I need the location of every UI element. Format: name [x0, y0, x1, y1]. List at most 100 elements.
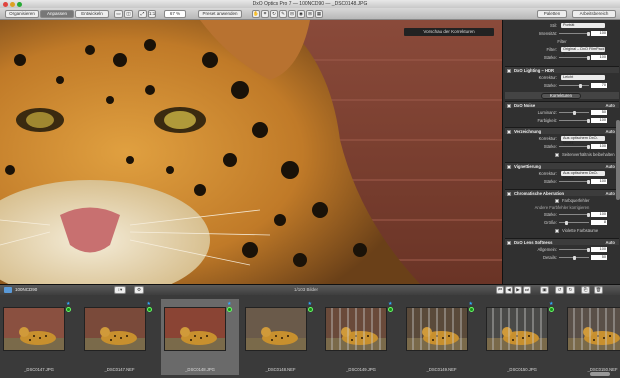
palettes-dropdown[interactable]: Paletten: [537, 10, 567, 18]
rotate-tool-icon[interactable]: ↻: [270, 10, 278, 18]
keep-ratio-checkbox[interactable]: [555, 152, 559, 157]
export-icon[interactable]: ⎘: [581, 286, 590, 294]
distortion-strength-value[interactable]: 100: [591, 144, 607, 149]
noise-chroma-value[interactable]: 100: [591, 118, 607, 123]
corrections-pin-button[interactable]: Korrekturen: [541, 92, 581, 99]
section-dxo-lighting[interactable]: DxO Lighting – HDR: [505, 66, 619, 73]
white-balance-picker-icon[interactable]: ✎: [279, 10, 287, 18]
vignetting-correction-select[interactable]: Aus optischem DxO-Modul: [561, 171, 605, 180]
image-viewer[interactable]: Vorschau der Korrekturen: [0, 20, 502, 284]
noise-luminance-value[interactable]: 50: [591, 110, 607, 115]
filmstrip-thumbnail[interactable]: ★ _DSC0147.JPG: [0, 299, 78, 375]
red-eye-tool-icon[interactable]: ◉: [297, 10, 305, 18]
fit-icon[interactable]: ⤢: [138, 10, 147, 18]
hand-tool-icon[interactable]: ✋: [252, 10, 260, 18]
lens-details-value[interactable]: 50: [591, 255, 607, 260]
filmstrip-thumbnail[interactable]: ★ _DSC0149.JPG: [322, 299, 400, 375]
filmstrip-scrollbar[interactable]: [590, 372, 610, 376]
thumbnail-image: [244, 307, 307, 351]
horizon-tool-icon[interactable]: ⊟: [288, 10, 296, 18]
workspace-dropdown[interactable]: Arbeitsbereich: [572, 10, 616, 18]
ca-strength-slider[interactable]: [559, 212, 590, 217]
window-title: DxO Optics Pro 7 — 100NCD90 — _DSC0148.J…: [252, 1, 368, 7]
preset-dropdown[interactable]: Preset anwenden: [198, 10, 242, 18]
zoom-select[interactable]: 67 %: [164, 10, 186, 18]
purple-fringe-checkbox[interactable]: [555, 228, 559, 233]
one-to-one-icon[interactable]: 1:1: [148, 10, 156, 18]
thumbnail-image: [325, 307, 387, 351]
panel-scrollbar[interactable]: [616, 120, 620, 200]
folder-name: 100NCD90: [15, 287, 38, 292]
filmstrip-thumbnail[interactable]: ★ _DSC0148.NEF: [242, 299, 320, 375]
volume-tool-icon[interactable]: ⊞: [306, 10, 314, 18]
distortion-strength-row: Stärke: 100: [543, 144, 607, 149]
last-image-button[interactable]: ⏭: [523, 286, 531, 294]
sort-icon[interactable]: ↕▾: [114, 286, 126, 294]
noise-chroma-slider[interactable]: [559, 118, 590, 123]
filmstrip-thumbnail[interactable]: ★ _DSC0150.JPG: [483, 299, 561, 375]
next-image-button[interactable]: ▶: [514, 286, 522, 294]
tab-anpassen[interactable]: Anpassen: [40, 10, 74, 18]
intensity-slider[interactable]: [559, 31, 590, 36]
compare-thumb-icon[interactable]: ▣: [540, 286, 549, 294]
lighting-strength-slider[interactable]: [559, 83, 589, 88]
section-chromatic-aberration[interactable]: Chromatische Aberration Auto: [505, 189, 619, 196]
lens-global-value[interactable]: 100: [591, 247, 607, 252]
corrections-header: Korrekturen: [505, 92, 619, 99]
first-image-button[interactable]: ⏮: [496, 286, 504, 294]
lens-details-slider[interactable]: [559, 255, 589, 260]
compare-view-icon[interactable]: ◫: [124, 10, 133, 18]
lens-softness-enable-checkbox[interactable]: [507, 240, 511, 245]
thumbnail-filename: _DSC0148.JPG: [185, 367, 215, 372]
distortion-strength-slider[interactable]: [559, 144, 590, 149]
trash-icon[interactable]: 🗑: [594, 286, 603, 294]
noise-luminance-slider[interactable]: [559, 110, 589, 115]
lateral-ca-checkbox[interactable]: [555, 198, 559, 203]
filmstrip-thumbnail[interactable]: ★ _DSC0149.NEF: [403, 299, 481, 375]
rotate-right-icon[interactable]: ↻: [566, 286, 575, 294]
vignetting-strength-slider[interactable]: [559, 179, 590, 184]
minimize-window-button[interactable]: [10, 1, 15, 7]
ca-size-slider[interactable]: [559, 220, 589, 225]
distortion-auto-label: Auto: [605, 129, 615, 134]
previous-image-button[interactable]: ◀: [505, 286, 513, 294]
lighting-correction-select[interactable]: Leicht: [561, 75, 605, 80]
filmstrip-thumbnail[interactable]: ★ _DSC0148.JPG: [161, 299, 239, 375]
lighting-enable-checkbox[interactable]: [507, 68, 511, 73]
crop-tool-icon[interactable]: ⌗: [261, 10, 269, 18]
ca-strength-value[interactable]: 100: [591, 212, 607, 217]
thumbnail-filename: _DSC0150.JPG: [507, 367, 537, 372]
filter-strength-value[interactable]: 100: [591, 55, 607, 60]
distortion-enable-checkbox[interactable]: [507, 129, 511, 134]
section-distortion[interactable]: Verzeichnung Auto: [505, 127, 619, 134]
tab-entwickeln[interactable]: Entwickeln: [75, 10, 109, 18]
lateral-ca-row: Farbquerfehler: [505, 197, 619, 204]
single-view-icon[interactable]: ▭: [114, 10, 123, 18]
style-select[interactable]: Porträt: [561, 23, 605, 28]
filter-gear-icon[interactable]: ⚙: [134, 286, 144, 294]
grid-icon[interactable]: ▦: [315, 10, 323, 18]
intensity-value[interactable]: 100: [591, 31, 607, 36]
section-vignetting[interactable]: Vignettierung Auto: [505, 162, 619, 169]
lens-global-slider[interactable]: [559, 247, 590, 252]
section-lens-softness[interactable]: DxO Lens Softness Auto: [505, 238, 619, 245]
zoom-window-button[interactable]: [17, 1, 22, 7]
tab-organisieren[interactable]: Organisieren: [5, 10, 39, 18]
close-window-button[interactable]: [3, 1, 8, 7]
ca-enable-checkbox[interactable]: [507, 191, 511, 196]
ca-strength-row: Stärke: 100: [543, 212, 607, 217]
vignetting-strength-value[interactable]: 100: [591, 179, 607, 184]
distortion-correction-select[interactable]: Aus optischem DxO-Modul: [561, 136, 605, 145]
processed-status-icon: [388, 307, 393, 312]
lighting-strength-value[interactable]: 70: [591, 83, 607, 88]
filmstrip-thumbnail[interactable]: ★ _DSC0147.NEF: [81, 299, 159, 375]
noise-enable-checkbox[interactable]: [507, 103, 511, 108]
filter-strength-slider[interactable]: [559, 55, 590, 60]
thumbnail-image: [405, 307, 468, 351]
filmstrip-thumbnail[interactable]: ★_DSC0150.NEF: [564, 299, 620, 375]
rotate-left-icon[interactable]: ↺: [555, 286, 564, 294]
filter-select[interactable]: Original – DxO FilmPack 1: [561, 47, 605, 56]
vignetting-enable-checkbox[interactable]: [507, 164, 511, 169]
ca-size-value[interactable]: 8: [591, 220, 607, 225]
section-dxo-noise[interactable]: DxO Noise Auto: [505, 101, 619, 108]
